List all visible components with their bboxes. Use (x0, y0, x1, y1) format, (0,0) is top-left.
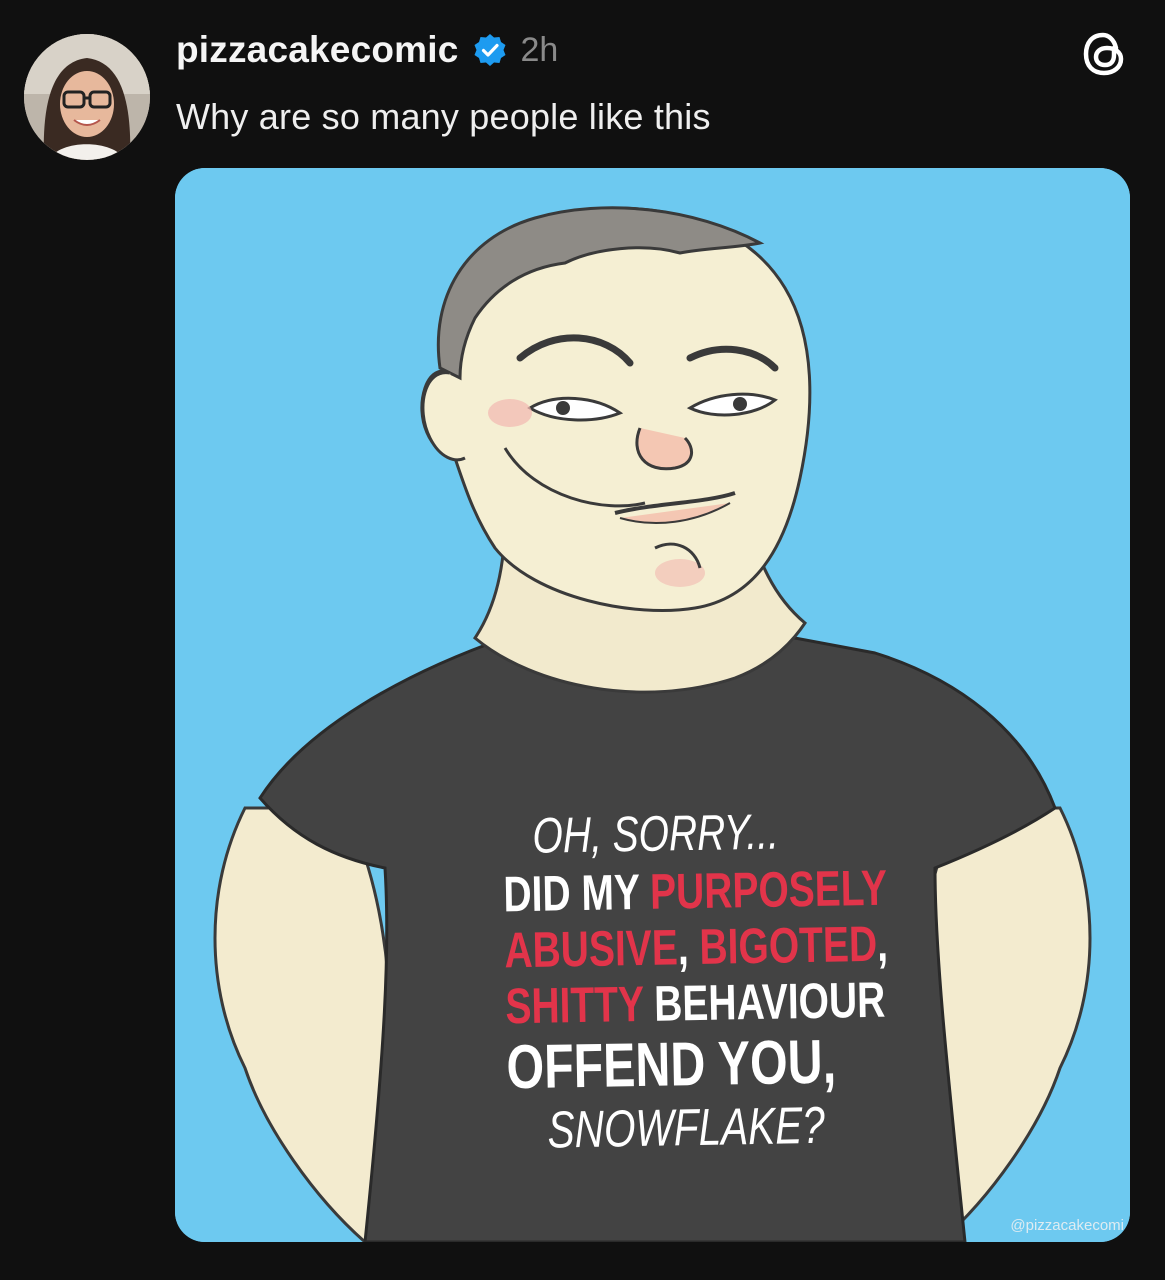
username-link[interactable]: pizzacakecomic (176, 29, 459, 71)
profile-avatar[interactable] (24, 34, 150, 160)
shirt-line-2: DID MY PURPOSELY (502, 859, 888, 923)
shirt-slogan: OH, SORRY... DID MY PURPOSELY ABUSIVE, B… (472, 803, 918, 1160)
post-text: Why are so many people like this (176, 96, 711, 137)
shirt-line-3: ABUSIVE, BIGOTED, (503, 915, 889, 979)
shirt-line-6: SNOWFLAKE? (547, 1096, 826, 1160)
shirt-line-1: OH, SORRY... (531, 803, 780, 864)
image-watermark: @pizzacakecomi (1010, 1217, 1124, 1234)
post-timestamp: 2h (520, 30, 559, 69)
post-header: pizzacakecomic 2h (176, 26, 558, 74)
shirt-line-5: OFFEND YOU, (505, 1027, 837, 1103)
threads-logo-icon[interactable] (1078, 28, 1130, 80)
verified-badge-icon (474, 34, 506, 66)
shirt-line-4: SHITTY BEHAVIOUR (504, 971, 886, 1035)
post-image[interactable]: OH, SORRY... DID MY PURPOSELY ABUSIVE, B… (175, 168, 1130, 1242)
